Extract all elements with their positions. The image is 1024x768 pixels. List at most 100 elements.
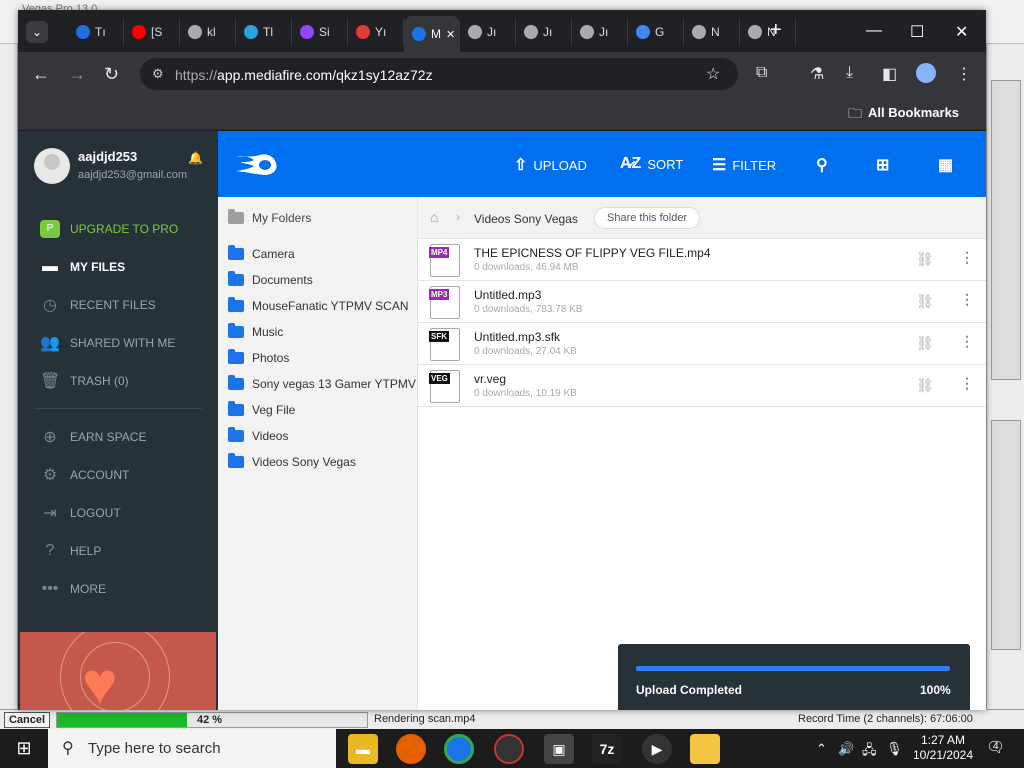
filter-button[interactable]: ☰ FILTER xyxy=(712,155,776,175)
chevron-up-icon[interactable]: ⌃ xyxy=(816,741,827,757)
downloads-icon[interactable]: ⤓ xyxy=(846,64,853,82)
file-name[interactable]: THE EPICNESS OF FLIPPY VEG FILE.mp4 xyxy=(474,246,711,260)
user-profile[interactable]: aajdjd253 aajdjd253@gmail.com 🔔 xyxy=(34,147,204,191)
folder-item[interactable]: Veg File xyxy=(228,401,295,419)
file-row[interactable]: VEG vr.veg 0 downloads, 10.19 KB ⛓ ⋮ xyxy=(418,365,986,407)
browser-tab[interactable]: Tı xyxy=(68,18,124,46)
sidebar-item-my-files[interactable]: ▬ MY FILES xyxy=(40,255,210,279)
vegas-icon[interactable]: ▣ xyxy=(544,734,574,764)
folder-icon[interactable] xyxy=(690,734,720,764)
volume-icon[interactable]: 🔊 xyxy=(838,741,854,757)
link-icon[interactable]: ⛓ xyxy=(916,377,934,394)
bookmark-star-icon[interactable]: ☆ xyxy=(706,64,720,84)
share-folder-button[interactable]: Share this folder xyxy=(594,207,701,229)
extensions-icon[interactable]: ⧉ xyxy=(756,64,767,82)
browser-tab[interactable]: N xyxy=(684,18,740,46)
sidebar-item-shared-with-me[interactable]: 👥 SHARED WITH ME xyxy=(40,331,210,355)
more-options-icon[interactable]: ⋮ xyxy=(960,291,974,308)
windows-start-icon[interactable]: ⊞ xyxy=(0,729,48,768)
maximize-icon[interactable]: ☐ xyxy=(910,22,924,42)
browser-tab[interactable]: N xyxy=(740,18,796,46)
browser-tab[interactable]: kl xyxy=(180,18,236,46)
obs-icon[interactable] xyxy=(494,734,524,764)
kebab-menu-icon[interactable]: ⋮ xyxy=(956,64,972,84)
taskbar-clock[interactable]: 1:27 AM 10/21/2024 xyxy=(912,733,974,763)
folder-item[interactable]: Camera xyxy=(228,245,295,263)
link-icon[interactable]: ⛓ xyxy=(916,251,934,268)
browser-tab[interactable]: [S xyxy=(124,18,180,46)
avatar[interactable] xyxy=(34,148,70,184)
media-player-icon[interactable]: ▶ xyxy=(642,734,672,764)
upload-button[interactable]: ⇧ UPLOAD xyxy=(514,155,587,175)
sidebar-item-trash[interactable]: 🗑 TRASH (0) xyxy=(40,369,210,393)
forward-arrow-icon[interactable]: → xyxy=(68,64,86,85)
browser-tab[interactable]: Jı xyxy=(516,18,572,46)
file-row[interactable]: MP4 THE EPICNESS OF FLIPPY VEG FILE.mp4 0 … xyxy=(418,239,986,281)
breadcrumb-current[interactable]: Videos Sony Vegas xyxy=(474,212,578,226)
bell-icon[interactable]: 🔔 xyxy=(188,151,203,165)
folder-item[interactable]: Music xyxy=(228,323,283,341)
browser-tab[interactable]: Tl xyxy=(236,18,292,46)
folder-item[interactable]: MouseFanatic YTPMV SCAN xyxy=(228,297,409,315)
chrome-icon[interactable] xyxy=(444,734,474,764)
folder-item[interactable]: Photos xyxy=(228,349,289,367)
tab-search-button[interactable]: ⌄ xyxy=(26,21,48,43)
browser-tab[interactable]: Yı xyxy=(348,18,404,46)
notification-icon[interactable]: 🗨 4 xyxy=(986,738,1005,756)
file-explorer-icon[interactable]: ▬ xyxy=(348,734,378,764)
browser-tab[interactable]: Si xyxy=(292,18,348,46)
7zip-icon[interactable]: 7z xyxy=(592,734,622,764)
browser-tab[interactable]: Jı xyxy=(572,18,628,46)
address-bar[interactable]: ⚙ https://app.mediafire.com/qkz1sy12az72… xyxy=(140,58,738,90)
profile-avatar-icon[interactable] xyxy=(916,63,936,83)
browser-tab[interactable]: M ✕ xyxy=(404,16,460,52)
more-options-icon[interactable]: ⋮ xyxy=(960,249,974,266)
close-tab-icon[interactable]: ✕ xyxy=(446,28,455,41)
browser-tab[interactable]: G xyxy=(628,18,684,46)
taskbar-search-box[interactable]: ⚲ Type here to search xyxy=(48,729,336,768)
labs-flask-icon[interactable]: ⚗ xyxy=(810,64,824,84)
link-icon[interactable]: ⛓ xyxy=(916,335,934,352)
sidebar-item-recent-files[interactable]: ◷ RECENT FILES xyxy=(40,293,210,317)
firefox-icon[interactable] xyxy=(396,734,426,764)
sort-button[interactable]: A̷Z SORT xyxy=(620,155,683,173)
mediafire-logo-icon[interactable] xyxy=(234,151,278,177)
side-panel-icon[interactable]: ◧ xyxy=(882,64,897,84)
cancel-render-button[interactable]: Cancel xyxy=(4,712,50,728)
network-icon[interactable]: 🖧 xyxy=(862,741,877,763)
more-options-icon[interactable]: ⋮ xyxy=(960,333,974,350)
new-tab-button[interactable]: + xyxy=(770,19,782,42)
reload-icon[interactable]: ↻ xyxy=(104,64,119,85)
background-scrollbar[interactable] xyxy=(991,420,1021,650)
site-info-icon[interactable]: ⚙ xyxy=(152,66,164,82)
home-icon[interactable]: ⌂ xyxy=(430,209,438,225)
file-row[interactable]: MP3 Untitled.mp3 0 downloads, 783.78 KB ⛓ ⋮ xyxy=(418,281,986,323)
folder-item[interactable]: Documents xyxy=(228,271,313,289)
more-options-icon[interactable]: ⋮ xyxy=(960,375,974,392)
microphone-icon[interactable]: 🎙 xyxy=(886,741,903,757)
close-window-icon[interactable]: ✕ xyxy=(955,22,968,42)
all-bookmarks-button[interactable]: All Bookmarks xyxy=(868,105,959,120)
file-row[interactable]: SFK Untitled.mp3.sfk 0 downloads, 27.04 KB… xyxy=(418,323,986,365)
folder-item[interactable]: Videos Sony Vegas xyxy=(228,453,356,471)
browser-tab[interactable]: Jı xyxy=(460,18,516,46)
file-name[interactable]: Untitled.mp3.sfk xyxy=(474,330,560,344)
folder-item[interactable]: Videos xyxy=(228,427,288,445)
sidebar-item-help[interactable]: ? HELP xyxy=(40,539,210,563)
file-name[interactable]: vr.veg xyxy=(474,372,506,386)
sidebar-item-more[interactable]: ••• MORE xyxy=(40,577,210,601)
sidebar-item-account[interactable]: ⚙ ACCOUNT xyxy=(40,463,210,487)
search-button[interactable]: ⚲ xyxy=(816,155,828,175)
link-icon[interactable]: ⛓ xyxy=(916,293,934,310)
grid-view-button[interactable]: ▦ xyxy=(938,155,953,175)
new-folder-button[interactable]: ⊞ xyxy=(876,155,889,175)
folder-item[interactable]: Sony vegas 13 Gamer YTPMV xyxy=(228,375,416,393)
back-arrow-icon[interactable]: ← xyxy=(32,64,50,85)
sidebar-item-upgrade-to-pro[interactable]: P UPGRADE TO PRO xyxy=(40,217,210,241)
minimize-icon[interactable]: — xyxy=(866,22,882,40)
sidebar-item-earn-space[interactable]: ⊕ EARN SPACE xyxy=(40,425,210,449)
my-folders-header[interactable]: My Folders xyxy=(228,209,311,225)
promo-banner[interactable]: ♥ xyxy=(20,632,216,710)
sidebar-item-logout[interactable]: ⇥ LOGOUT xyxy=(40,501,210,525)
file-name[interactable]: Untitled.mp3 xyxy=(474,288,541,302)
